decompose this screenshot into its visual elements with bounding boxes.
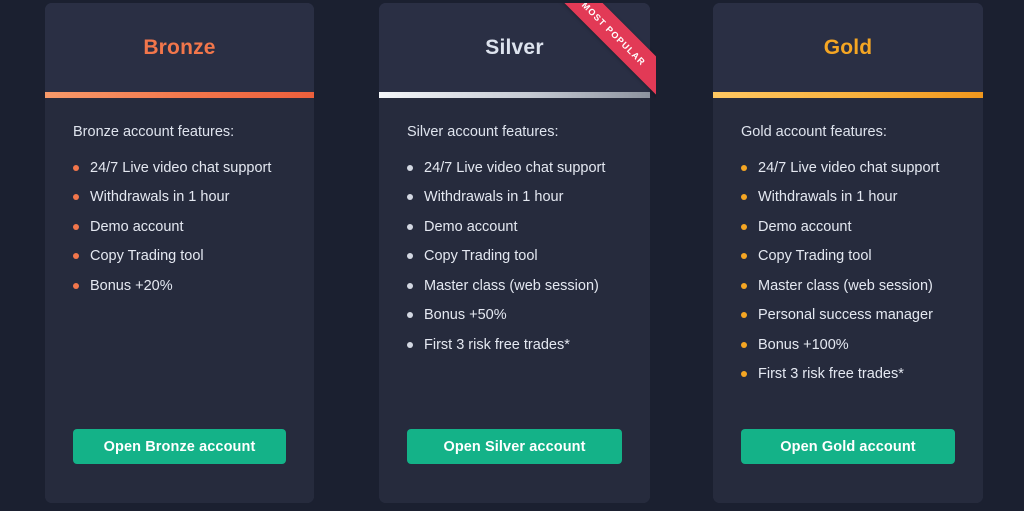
feature-label: First 3 risk free trades* — [758, 366, 904, 382]
feature-label: Copy Trading tool — [424, 248, 538, 264]
pricing-card-bronze: Bronze Bronze account features: 24/7 Liv… — [45, 3, 314, 503]
list-item: Copy Trading tool — [73, 249, 286, 264]
card-body-gold: Gold account features: 24/7 Live video c… — [713, 98, 983, 503]
feature-label: 24/7 Live video chat support — [424, 159, 606, 176]
list-item: 24/7 Live video chat support — [73, 159, 286, 176]
feature-label: Demo account — [424, 218, 518, 235]
pricing-card-silver: Silver Silver account features: 24/7 Liv… — [379, 3, 656, 503]
feature-label: Bonus +50% — [424, 307, 507, 323]
feature-label: Withdrawals in 1 hour — [90, 189, 230, 205]
list-item: Master class (web session) — [407, 277, 622, 294]
list-item: Copy Trading tool — [741, 249, 955, 264]
feature-label: Copy Trading tool — [758, 248, 872, 264]
features-list-silver: 24/7 Live video chat support Withdrawals… — [407, 159, 622, 353]
list-item: Withdrawals in 1 hour — [741, 190, 955, 205]
list-item: Bonus +20% — [73, 277, 286, 294]
feature-label: Demo account — [758, 218, 852, 235]
list-item: Withdrawals in 1 hour — [73, 190, 286, 205]
pricing-plans-container: Bronze Bronze account features: 24/7 Liv… — [0, 0, 1024, 511]
pricing-card-silver-inner: Silver Silver account features: 24/7 Liv… — [379, 3, 650, 503]
list-item: Copy Trading tool — [407, 249, 622, 264]
feature-label: Master class (web session) — [424, 277, 599, 294]
list-item: Master class (web session) — [741, 277, 955, 294]
features-list-gold: 24/7 Live video chat support Withdrawals… — [741, 159, 955, 382]
list-item: 24/7 Live video chat support — [741, 159, 955, 176]
features-heading-gold: Gold account features: — [741, 124, 887, 140]
list-item: First 3 risk free trades* — [741, 367, 955, 382]
card-header-bronze: Bronze — [45, 3, 314, 92]
list-item: Withdrawals in 1 hour — [407, 190, 622, 205]
feature-label: Bonus +20% — [90, 277, 173, 294]
feature-label: Withdrawals in 1 hour — [758, 189, 898, 205]
open-bronze-account-button[interactable]: Open Bronze account — [73, 429, 286, 464]
feature-label: Bonus +100% — [758, 336, 849, 353]
list-item: Personal success manager — [741, 308, 955, 323]
feature-label: Copy Trading tool — [90, 248, 204, 264]
list-item: Demo account — [407, 218, 622, 235]
card-header-gold: Gold — [713, 3, 983, 92]
feature-label: Demo account — [90, 218, 184, 235]
list-item: Bonus +100% — [741, 336, 955, 353]
feature-label: Master class (web session) — [758, 277, 933, 294]
list-item: 24/7 Live video chat support — [407, 159, 622, 176]
plan-title-silver: Silver — [485, 36, 544, 59]
list-item: Demo account — [73, 218, 286, 235]
list-item: First 3 risk free trades* — [407, 336, 622, 353]
pricing-card-bronze-inner: Bronze Bronze account features: 24/7 Liv… — [45, 3, 314, 503]
plan-title-bronze: Bronze — [143, 36, 216, 59]
features-list-bronze: 24/7 Live video chat support Withdrawals… — [73, 159, 286, 294]
list-item: Bonus +50% — [407, 308, 622, 323]
feature-label: 24/7 Live video chat support — [90, 159, 272, 176]
feature-label: 24/7 Live video chat support — [758, 159, 940, 176]
open-silver-account-button[interactable]: Open Silver account — [407, 429, 622, 464]
pricing-card-gold-inner: Gold Gold account features: 24/7 Live vi… — [713, 3, 983, 503]
features-heading-silver: Silver account features: — [407, 124, 559, 140]
list-item: Demo account — [741, 218, 955, 235]
plan-title-gold: Gold — [823, 36, 873, 59]
card-header-silver: Silver — [379, 3, 650, 92]
card-body-bronze: Bronze account features: 24/7 Live video… — [45, 98, 314, 503]
features-heading-bronze: Bronze account features: — [73, 124, 235, 140]
feature-label: Withdrawals in 1 hour — [424, 189, 564, 205]
feature-label: First 3 risk free trades* — [424, 336, 570, 353]
card-body-silver: Silver account features: 24/7 Live video… — [379, 98, 650, 503]
pricing-card-gold: Gold Gold account features: 24/7 Live vi… — [713, 3, 983, 503]
open-gold-account-button[interactable]: Open Gold account — [741, 429, 955, 464]
feature-label: Personal success manager — [758, 307, 933, 323]
